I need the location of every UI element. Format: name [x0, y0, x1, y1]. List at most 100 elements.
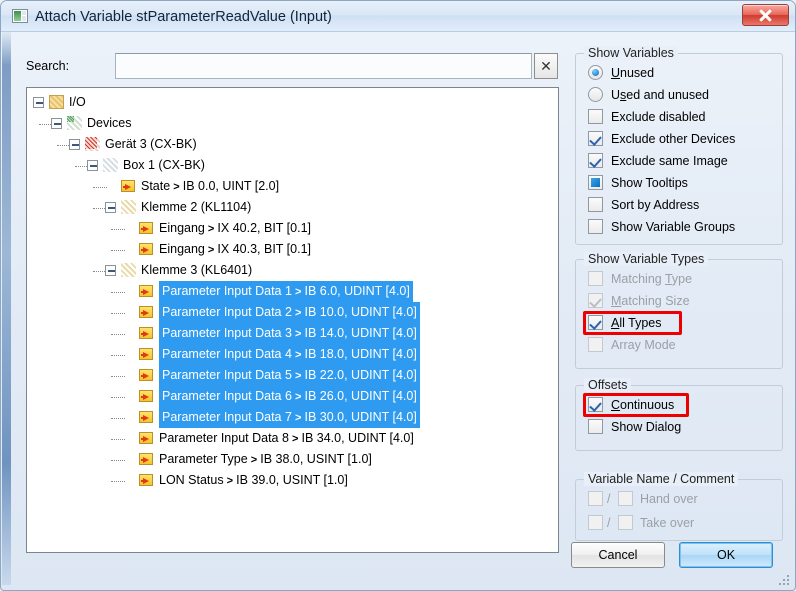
checkbox-name: [588, 491, 603, 506]
group-title: Variable Name / Comment: [584, 472, 739, 486]
chevron-right-icon: >: [291, 328, 305, 340]
show-variables-label: Sort by Address: [611, 198, 700, 212]
close-icon[interactable]: [742, 4, 789, 26]
search-label: Search:: [26, 59, 70, 73]
tree-item[interactable]: State > IB 0.0, UINT [2.0]: [141, 176, 279, 197]
tree-expander-collapse[interactable]: [69, 139, 80, 150]
variable-icon: [139, 474, 153, 486]
tree-connector: [111, 397, 125, 398]
tree-item[interactable]: Gerät 3 (CX-BK): [105, 134, 197, 155]
checkbox[interactable]: [588, 109, 603, 124]
clear-search-button[interactable]: ✕: [534, 53, 558, 79]
variable-icon: [139, 243, 153, 255]
tree-connector: [111, 439, 125, 440]
tree-item[interactable]: Klemme 3 (KL6401): [141, 260, 252, 281]
tree-item-label: Devices: [87, 116, 132, 130]
tree-expander-collapse[interactable]: [105, 202, 116, 213]
chevron-right-icon: >: [204, 244, 218, 256]
tree-item[interactable]: LON Status > IB 39.0, USINT [1.0]: [159, 470, 348, 491]
tree-item[interactable]: Parameter Input Data 2 > IB 10.0, UDINT …: [159, 302, 420, 323]
checkbox[interactable]: [588, 219, 603, 234]
tree-item-label: Parameter Input Data 7: [162, 410, 292, 424]
chevron-right-icon: >: [291, 286, 305, 298]
show-variables-label: Show Variable Groups: [611, 220, 736, 234]
tree-item[interactable]: Klemme 2 (KL1104): [141, 197, 251, 218]
chevron-right-icon: >: [291, 412, 305, 424]
checkbox[interactable]: [588, 315, 603, 330]
tree-expander-collapse[interactable]: [87, 160, 98, 171]
tree-item[interactable]: Parameter Type > IB 38.0, USINT [1.0]: [159, 449, 372, 470]
tree-item-address: IB 38.0, USINT [1.0]: [260, 452, 372, 466]
offset-label: Show Dialog: [611, 420, 682, 434]
radio-button[interactable]: [588, 65, 603, 80]
tree-item[interactable]: Parameter Input Data 4 > IB 18.0, UDINT …: [159, 344, 420, 365]
checkbox[interactable]: [588, 175, 603, 190]
tree-item[interactable]: Eingang > IX 40.2, BIT [0.1]: [159, 218, 311, 239]
checkbox-name: [588, 515, 603, 530]
checkbox[interactable]: [588, 419, 603, 434]
tree-item-label: Klemme 2 (KL1104): [141, 200, 252, 214]
chevron-right-icon: >: [291, 349, 305, 361]
devices-icon: [67, 116, 82, 130]
show-variables-label: Used and unused: [611, 88, 709, 102]
checkbox[interactable]: [588, 397, 603, 412]
chevron-right-icon: >: [223, 475, 237, 487]
tree-connector: [111, 481, 125, 482]
ok-button[interactable]: OK: [679, 542, 773, 568]
search-field[interactable]: [115, 53, 532, 79]
variable-icon: [139, 285, 153, 297]
tree-item-address: IX 40.2, BIT [0.1]: [217, 221, 311, 235]
box-icon: [103, 158, 118, 172]
tree-connector: [111, 313, 125, 314]
tree-expander-collapse[interactable]: [51, 118, 62, 129]
variable-icon: [139, 327, 153, 339]
checkbox: [588, 293, 603, 308]
tree-connector: [111, 250, 125, 251]
tree-item[interactable]: Eingang > IX 40.3, BIT [0.1]: [159, 239, 311, 260]
variable-icon: [139, 390, 153, 402]
tree-item-label: Parameter Input Data 5: [162, 368, 292, 382]
resize-grip[interactable]: [779, 575, 791, 587]
tree-item-label: Klemme 3 (KL6401): [141, 263, 253, 277]
variable-icon: [121, 180, 135, 192]
tree-item[interactable]: I/O: [69, 92, 86, 113]
terminal-icon: [121, 200, 136, 214]
variable-type-label: Matching Size: [611, 294, 690, 308]
tree-item[interactable]: Parameter Input Data 8 > IB 34.0, UDINT …: [159, 428, 414, 449]
tree-item[interactable]: Parameter Input Data 5 > IB 22.0, UDINT …: [159, 365, 420, 386]
tree-item-address: IX 40.3, BIT [0.1]: [217, 242, 311, 256]
tree-item-label: Parameter Input Data 8: [159, 431, 289, 445]
tree-expander-collapse[interactable]: [33, 97, 44, 108]
checkbox[interactable]: [588, 153, 603, 168]
tree-item[interactable]: Parameter Input Data 1 > IB 6.0, UDINT […: [159, 281, 413, 302]
chevron-right-icon: >: [291, 391, 305, 403]
tree-expander-collapse[interactable]: [105, 265, 116, 276]
tree-item-label: Parameter Input Data 4: [162, 347, 292, 361]
tree-connector: [93, 187, 107, 188]
tree-item-address: IB 34.0, UDINT [4.0]: [301, 431, 414, 445]
tree-item[interactable]: Box 1 (CX-BK): [123, 155, 205, 176]
tree-item[interactable]: Devices: [87, 113, 131, 134]
tree-connector: [111, 292, 125, 293]
tree-connector: [111, 418, 125, 419]
show-variables-label: Unused: [611, 66, 655, 80]
tree-item[interactable]: Parameter Input Data 3 > IB 14.0, UDINT …: [159, 323, 420, 344]
cancel-button[interactable]: Cancel: [571, 542, 665, 568]
variable-icon: [139, 222, 153, 234]
tree-item-address: IB 18.0, UDINT [4.0]: [304, 347, 417, 361]
tree-item[interactable]: Parameter Input Data 6 > IB 26.0, UDINT …: [159, 386, 420, 407]
checkbox[interactable]: [588, 197, 603, 212]
variable-tree[interactable]: I/O Devices Gerät 3 (CX-BK) Box 1 (CX-BK) St…: [26, 87, 559, 553]
variable-icon: [139, 411, 153, 423]
tree-item[interactable]: Parameter Input Data 7 > IB 30.0, UDINT …: [159, 407, 420, 428]
search-input[interactable]: [116, 54, 531, 78]
checkbox[interactable]: [588, 131, 603, 146]
tree-connector: [111, 460, 125, 461]
tree-item-label: Parameter Input Data 6: [162, 389, 292, 403]
tree-item-address: IB 26.0, UDINT [4.0]: [304, 389, 417, 403]
variable-icon: [139, 453, 153, 465]
variable-type-label: All Types: [611, 316, 662, 330]
tree-item-address: IB 6.0, UDINT [4.0]: [304, 284, 410, 298]
show-variables-label: Exclude same Image: [611, 154, 728, 168]
radio-button[interactable]: [588, 87, 603, 102]
